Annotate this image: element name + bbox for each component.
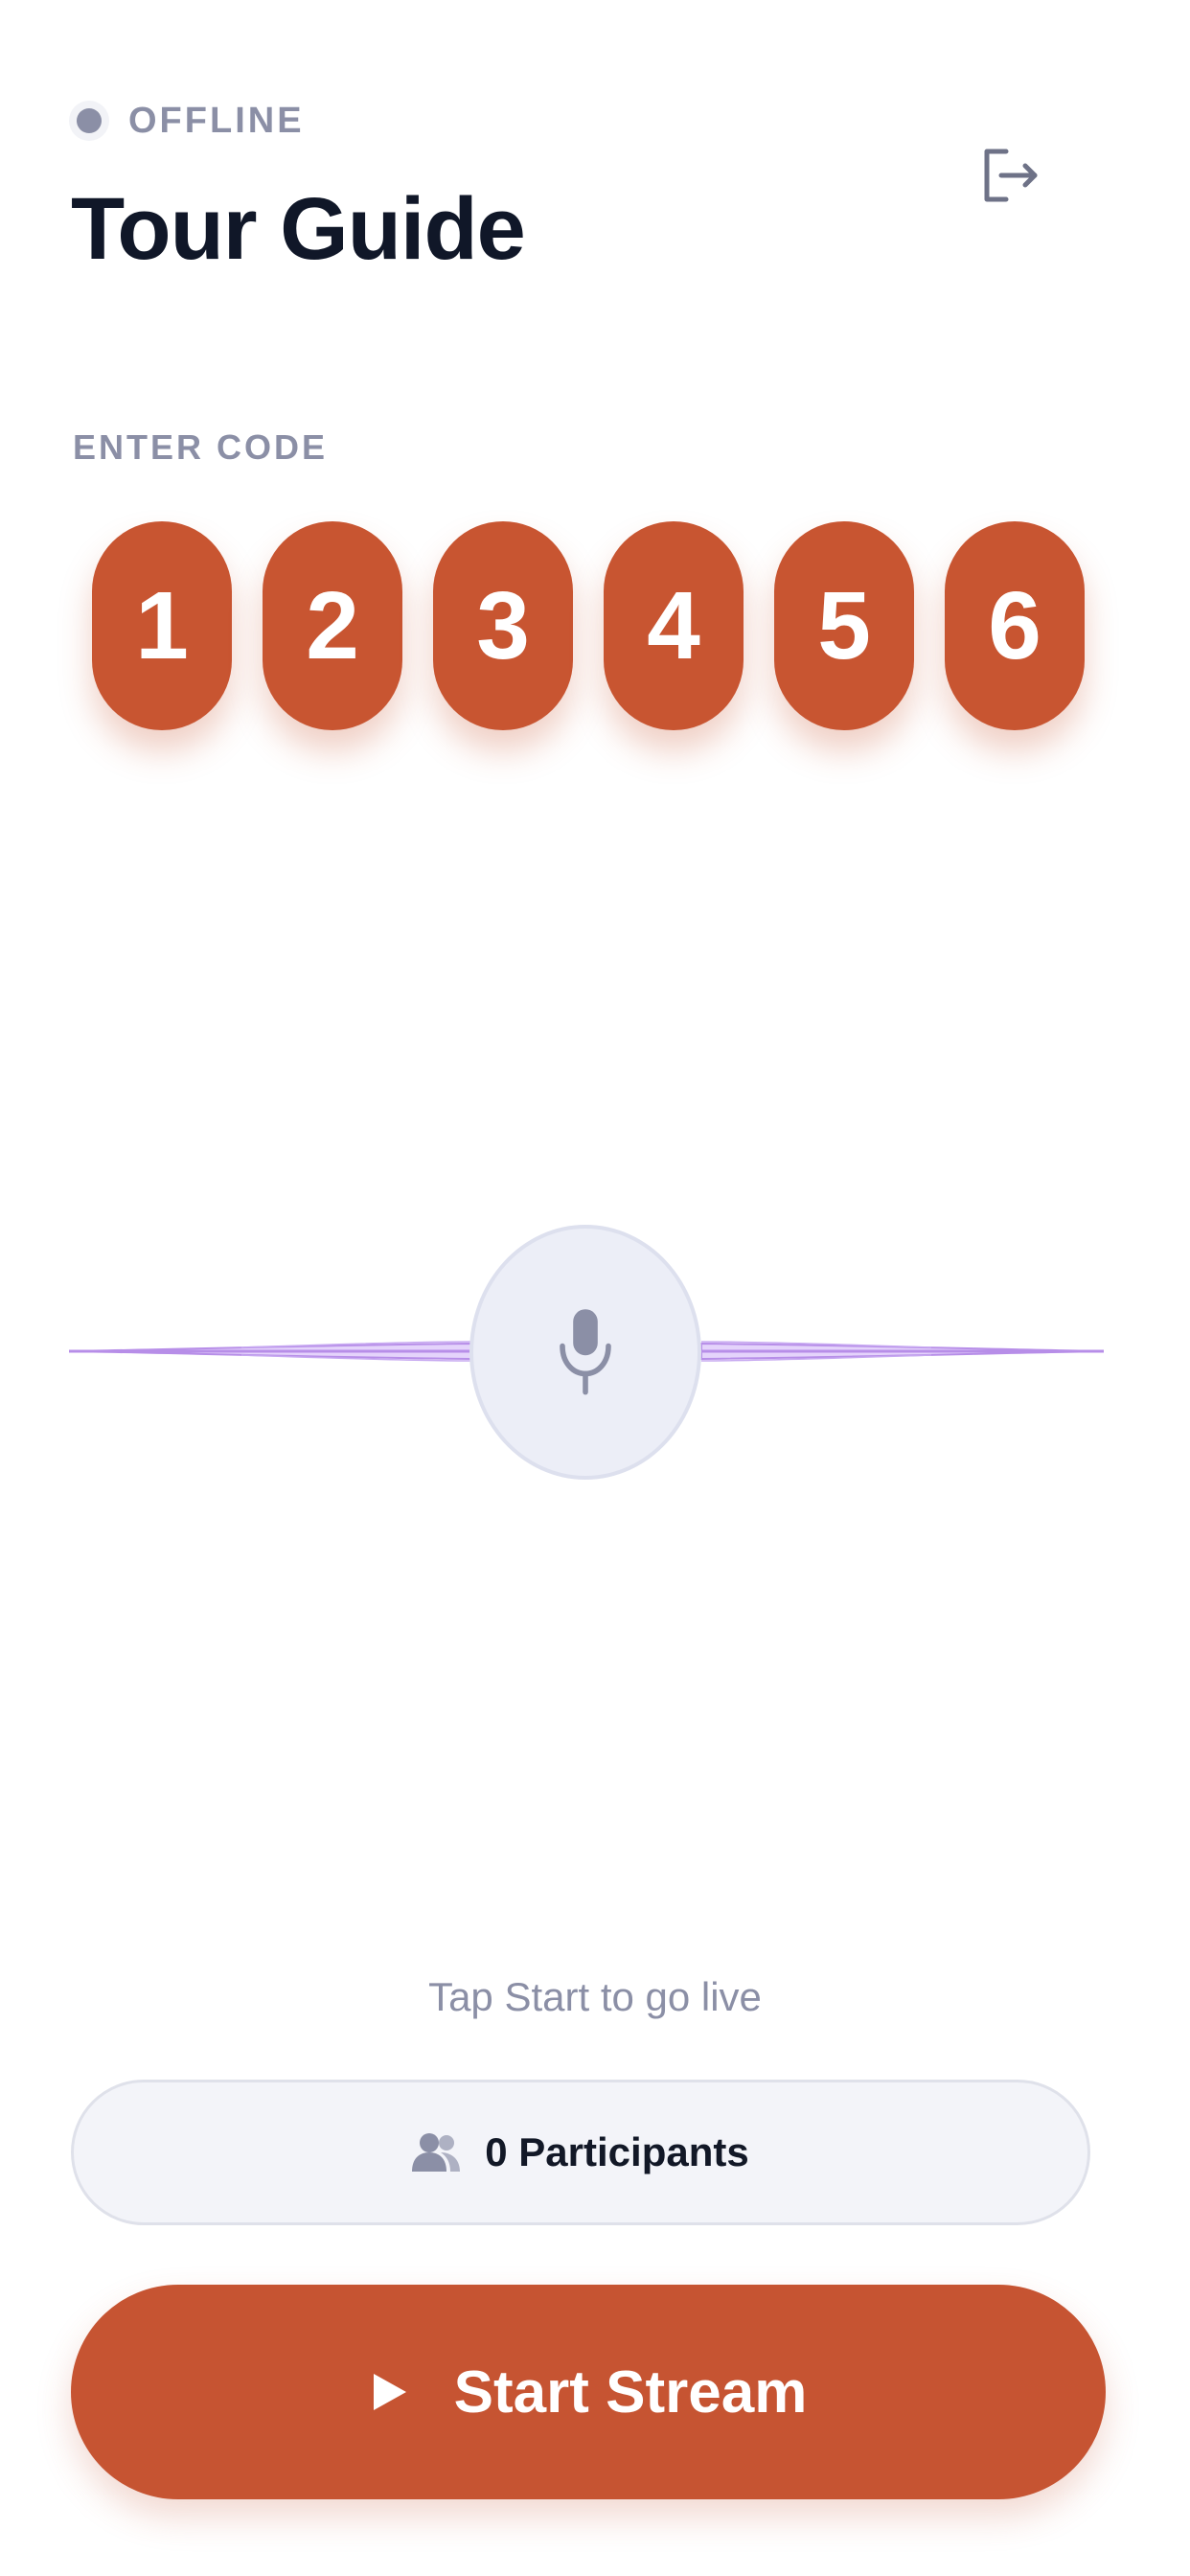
start-stream-button[interactable]: Start Stream: [71, 2285, 1106, 2499]
status-indicator: OFFLINE: [77, 100, 305, 142]
code-digit-1[interactable]: 1: [92, 521, 232, 730]
start-stream-label: Start Stream: [453, 2358, 808, 2426]
logout-icon: [984, 149, 1038, 202]
logout-button[interactable]: [977, 142, 1044, 209]
code-digit-3[interactable]: 3: [433, 521, 573, 730]
status-text: OFFLINE: [128, 100, 305, 141]
participants-button[interactable]: 0 Participants: [71, 2080, 1090, 2225]
code-digit-5[interactable]: 5: [774, 521, 914, 730]
code-digit-4[interactable]: 4: [604, 521, 744, 730]
code-input-row: 1 2 3 4 5 6: [92, 521, 1085, 732]
enter-code-label: ENTER CODE: [73, 427, 329, 467]
users-icon: [412, 2133, 461, 2172]
code-digit-6[interactable]: 6: [945, 521, 1085, 730]
microphone-button[interactable]: [469, 1225, 701, 1480]
go-live-hint: Tap Start to go live: [428, 1974, 762, 2019]
page-title: Tour Guide: [71, 180, 526, 278]
status-dot: [77, 108, 102, 133]
participants-count: 0 Participants: [485, 2129, 749, 2174]
play-icon: [373, 2374, 406, 2410]
microphone-icon: [560, 1309, 611, 1395]
code-digit-2[interactable]: 2: [263, 521, 402, 730]
